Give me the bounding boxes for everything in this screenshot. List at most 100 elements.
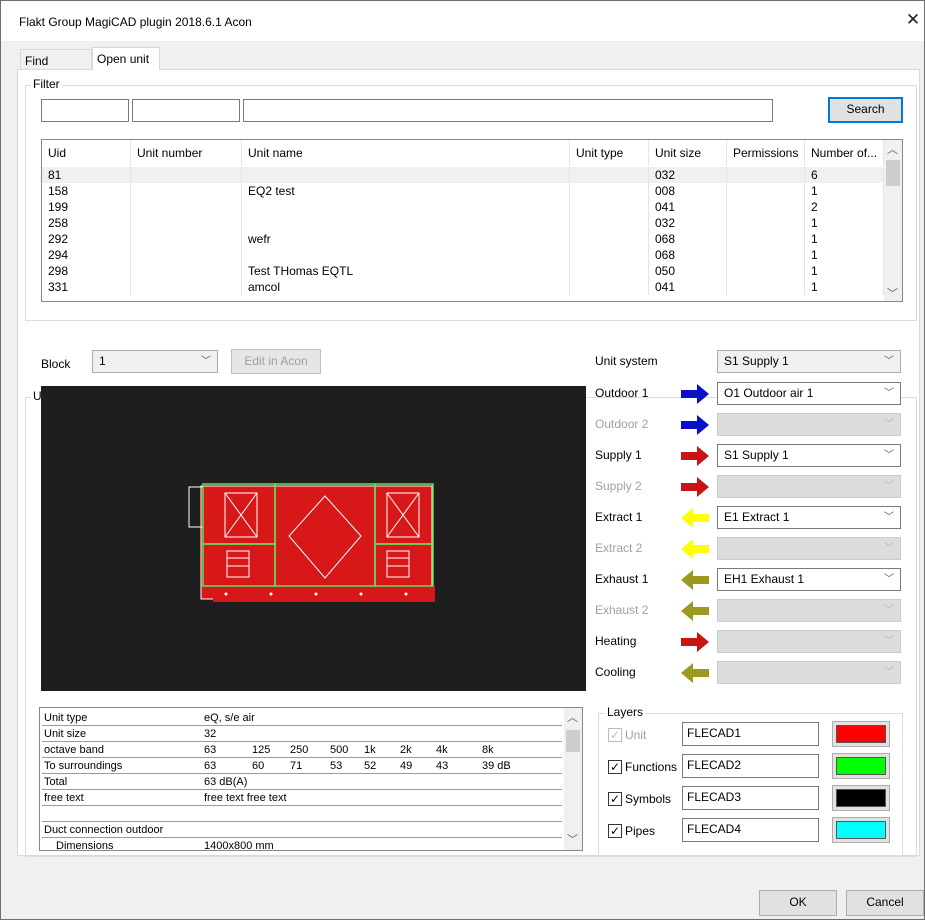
- scroll-up-icon[interactable]: ︿: [884, 142, 901, 159]
- info-row-label: To surroundings: [44, 760, 123, 772]
- pipes-checkbox[interactable]: ✓: [608, 824, 622, 838]
- table-row[interactable]: 331 amcol 041 1: [42, 279, 884, 295]
- unit-info-table[interactable]: Unit type eQ, s/e air Unit size 32 octave ba…: [39, 707, 583, 851]
- exhaust-2-select[interactable]: ﹀: [717, 599, 901, 622]
- heating-select[interactable]: ﹀: [717, 630, 901, 653]
- info-row-value: 63: [204, 744, 217, 756]
- cell-unit-size: 041: [649, 199, 727, 215]
- column-header-unit-size[interactable]: Unit size: [649, 140, 727, 166]
- scroll-thumb[interactable]: [566, 730, 580, 752]
- pipes-layer-name-input[interactable]: FLECAD4: [682, 818, 819, 842]
- supply-1-label: Supply 1: [595, 448, 642, 462]
- cell-number: 2: [805, 199, 884, 215]
- cooling-select[interactable]: ﹀: [717, 661, 901, 684]
- supply-1-select[interactable]: S1 Supply 1 ﹀: [717, 444, 901, 467]
- chevron-down-icon: ﹀: [884, 388, 894, 399]
- column-header-permissions[interactable]: Permissions: [727, 140, 805, 166]
- extract-1-select[interactable]: E1 Extract 1 ﹀: [717, 506, 901, 529]
- block-select-value: 1: [99, 354, 106, 368]
- info-row-value: free text free text: [204, 792, 287, 804]
- functions-color-button[interactable]: [832, 753, 890, 779]
- cancel-button[interactable]: Cancel: [846, 890, 924, 916]
- filter-field-1[interactable]: [41, 99, 129, 122]
- heating-label: Heating: [595, 634, 637, 648]
- tab-open-unit[interactable]: Open unit: [92, 47, 160, 71]
- info-scrollbar[interactable]: ︿ ﹀: [564, 708, 582, 850]
- chevron-down-icon: ﹀: [884, 356, 894, 367]
- filter-legend: Filter: [31, 77, 62, 91]
- scroll-down-icon[interactable]: ﹀: [884, 286, 901, 301]
- exhaust-1-label: Exhaust 1: [595, 572, 649, 586]
- table-row[interactable]: 294 068 1: [42, 247, 884, 263]
- cell-unit-type: [570, 263, 649, 279]
- info-row-value: 500: [330, 744, 349, 756]
- arrow-left-icon: [679, 538, 711, 560]
- tab-find-project[interactable]: Find project: [20, 49, 92, 82]
- info-row-value: 125: [252, 744, 271, 756]
- arrow-right-icon: [679, 383, 711, 405]
- scroll-thumb[interactable]: [886, 160, 900, 186]
- filter-field-2[interactable]: [132, 99, 240, 122]
- supply-2-label: Supply 2: [595, 479, 642, 493]
- edit-in-acon-button[interactable]: Edit in Acon: [231, 349, 321, 374]
- cell-unit-size: 008: [649, 183, 727, 199]
- close-icon[interactable]: ✕: [902, 9, 924, 31]
- pipes-color-button[interactable]: [832, 817, 890, 843]
- table-row[interactable]: 81 032 6: [42, 167, 884, 183]
- info-row: octave band 63 125 250 500 1k 2k 4k 8k: [42, 743, 562, 758]
- unit-system-select[interactable]: S1 Supply 1 ﹀: [717, 350, 901, 373]
- info-row-label: Unit type: [44, 712, 88, 724]
- exhaust-1-select[interactable]: EH1 Exhaust 1 ﹀: [717, 568, 901, 591]
- table-row[interactable]: 158 EQ2 test 008 1: [42, 183, 884, 199]
- chevron-down-icon: ﹀: [884, 574, 894, 585]
- block-select[interactable]: 1 ﹀: [92, 350, 218, 373]
- table-row[interactable]: 199 041 2: [42, 199, 884, 215]
- supply-2-select[interactable]: ﹀: [717, 475, 901, 498]
- info-row-value: 4k: [436, 744, 448, 756]
- info-row-value: 71: [290, 760, 303, 772]
- column-header-unit-number[interactable]: Unit number: [131, 140, 242, 166]
- info-row-value: 2k: [400, 744, 412, 756]
- cell-unit-size: 032: [649, 167, 727, 183]
- extract-2-select[interactable]: ﹀: [717, 537, 901, 560]
- cell-unit-name: [242, 199, 570, 215]
- block-label: Block: [41, 357, 71, 371]
- cell-uid: 294: [42, 247, 131, 263]
- outdoor-2-select[interactable]: ﹀: [717, 413, 901, 436]
- unit-color-button[interactable]: [832, 721, 890, 747]
- symbols-layer-name-input[interactable]: FLECAD3: [682, 786, 819, 810]
- arrow-left-icon: [679, 662, 711, 684]
- scroll-down-icon[interactable]: ﹀: [564, 832, 581, 849]
- scroll-up-icon[interactable]: ︿: [564, 710, 581, 727]
- unit-checkbox[interactable]: ✓: [608, 728, 622, 742]
- table-row[interactable]: 298 Test THomas EQTL 050 1: [42, 263, 884, 279]
- unit-list-scrollbar[interactable]: ︿ ﹀: [884, 140, 902, 301]
- outdoor-1-select[interactable]: O1 Outdoor air 1 ﹀: [717, 382, 901, 405]
- info-row-value: 39 dB: [482, 760, 511, 772]
- info-row: To surroundings 63 60 71 53 52 49 43 39 dB: [42, 759, 562, 774]
- filter-field-3[interactable]: [243, 99, 773, 122]
- search-button[interactable]: Search: [828, 97, 903, 123]
- symbols-color-swatch: [836, 789, 886, 807]
- column-header-unit-type[interactable]: Unit type: [570, 140, 649, 166]
- symbols-checkbox[interactable]: ✓: [608, 792, 622, 806]
- arrow-left-icon: [679, 600, 711, 622]
- ok-button[interactable]: OK: [759, 890, 837, 916]
- arrow-right-icon: [679, 631, 711, 653]
- column-header-uid[interactable]: Uid: [42, 140, 131, 166]
- unit-layer-label: Unit: [625, 728, 647, 742]
- functions-layer-name-input[interactable]: FLECAD2: [682, 754, 819, 778]
- cell-unit-number: [131, 167, 242, 183]
- table-row[interactable]: 292 wefr 068 1: [42, 231, 884, 247]
- unit-list[interactable]: Uid Unit number Unit name Unit type Unit…: [41, 139, 903, 302]
- chevron-down-icon: ﹀: [884, 450, 894, 461]
- column-header-number-of[interactable]: Number of...: [805, 140, 884, 166]
- unit-preview-viewport[interactable]: [41, 386, 586, 691]
- column-header-unit-name[interactable]: Unit name: [242, 140, 570, 166]
- functions-checkbox[interactable]: ✓: [608, 760, 622, 774]
- info-row-label: octave band: [44, 744, 104, 756]
- unit-layer-name-input[interactable]: FLECAD1: [682, 722, 819, 746]
- table-row[interactable]: 258 032 1: [42, 215, 884, 231]
- cell-unit-type: [570, 231, 649, 247]
- symbols-color-button[interactable]: [832, 785, 890, 811]
